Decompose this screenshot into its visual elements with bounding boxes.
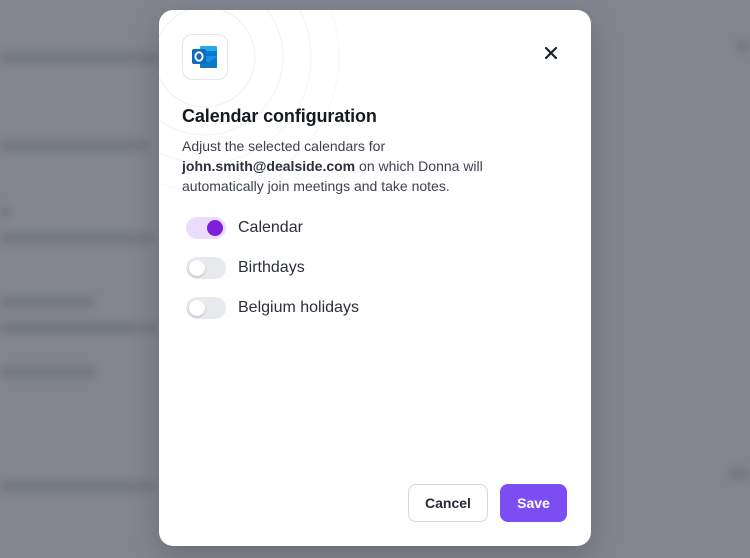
toggle-knob: [207, 220, 223, 236]
close-button[interactable]: [541, 43, 561, 63]
calendar-label: Calendar: [238, 219, 303, 236]
calendar-toggle-row-belgium-holidays[interactable]: Belgium holidays: [186, 296, 546, 320]
dialog-title: Calendar configuration: [182, 106, 377, 126]
save-button[interactable]: Save: [500, 484, 567, 522]
dialog-description: Adjust the selected calendars for john.sm…: [182, 136, 542, 196]
birthdays-toggle-switch[interactable]: [186, 257, 226, 279]
birthdays-label: Birthdays: [238, 259, 305, 276]
calendar-configuration-dialog: Calendar configuration Adjust the select…: [159, 10, 591, 546]
description-prefix: Adjust the selected calendars for: [182, 138, 386, 154]
calendar-toggle-switch[interactable]: [186, 217, 226, 239]
toggle-knob: [189, 260, 205, 276]
calendar-toggle-row-calendar[interactable]: Calendar: [186, 216, 546, 240]
belgium-holidays-toggle-switch[interactable]: [186, 297, 226, 319]
cancel-button[interactable]: Cancel: [408, 484, 488, 522]
account-email: john.smith@dealside.com: [182, 158, 356, 174]
calendar-toggle-list: Calendar Birthdays Belgium holidays: [186, 216, 546, 336]
close-icon: [544, 46, 558, 60]
dialog-footer: Cancel Save: [408, 484, 567, 522]
outlook-icon: [182, 34, 228, 80]
calendar-toggle-row-birthdays[interactable]: Birthdays: [186, 256, 546, 280]
toggle-knob: [189, 300, 205, 316]
belgium-holidays-label: Belgium holidays: [238, 299, 359, 316]
